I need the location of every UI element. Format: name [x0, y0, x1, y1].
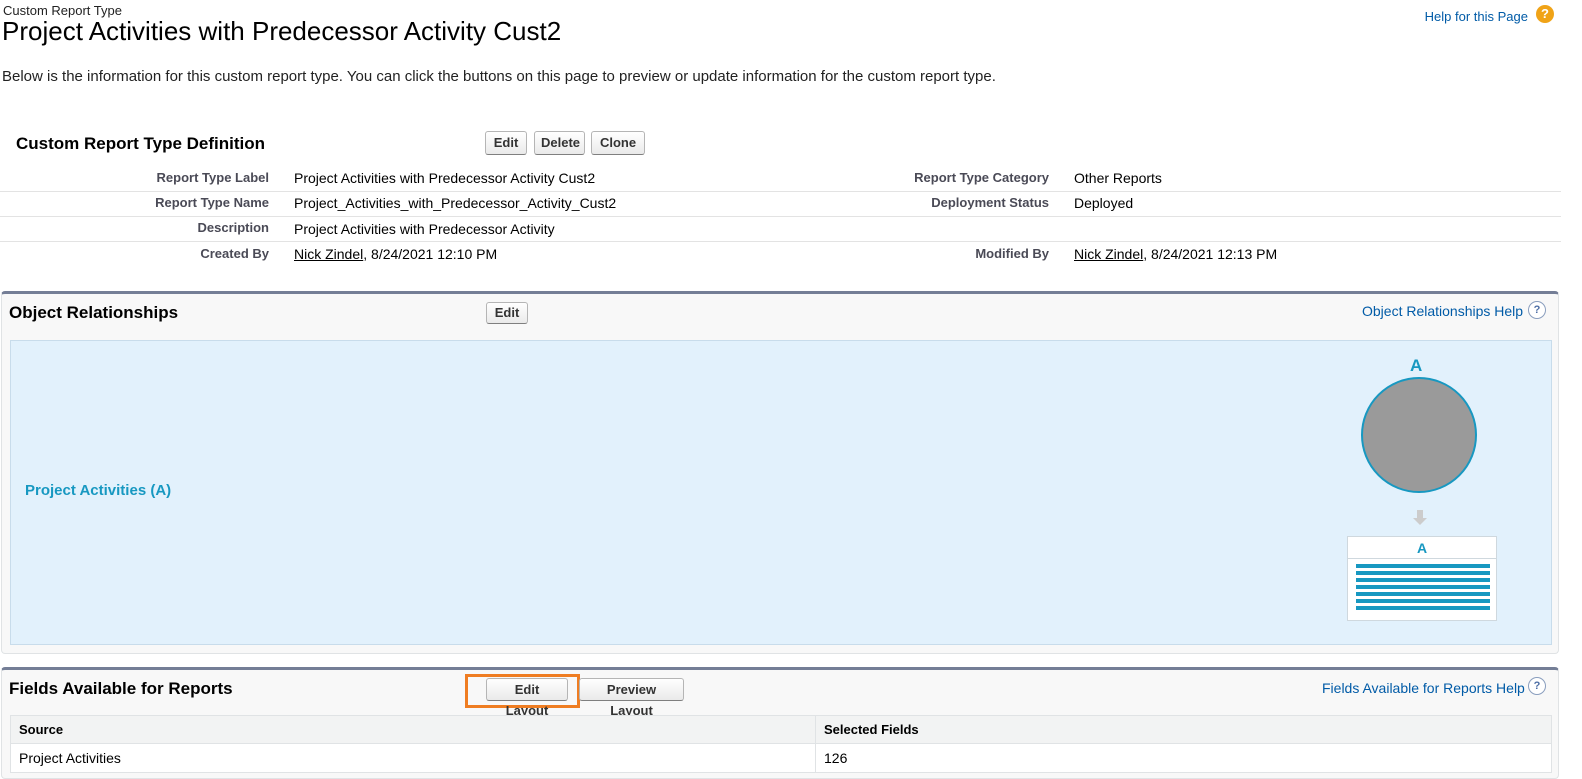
relationship-diagram-area: [10, 340, 1552, 645]
created-by-value: Nick Zindel, 8/24/2021 12:10 PM: [294, 246, 497, 262]
modified-by-user-link[interactable]: Nick Zindel: [1074, 246, 1143, 262]
created-by-label: Created By: [200, 246, 269, 261]
intro-text: Below is the information for this custom…: [2, 68, 996, 85]
arrow-down-icon: [1413, 510, 1427, 525]
detail-row: Report Type Name Project_Activities_with…: [0, 191, 1561, 217]
detail-row: Created By Nick Zindel, 8/24/2021 12:10 …: [0, 241, 1561, 266]
edit-button[interactable]: Edit: [485, 131, 527, 155]
diagram-label-a: A: [1410, 356, 1423, 375]
report-type-label-label: Report Type Label: [156, 170, 269, 185]
modified-by-label: Modified By: [975, 246, 1049, 261]
report-type-label-value: Project Activities with Predecessor Acti…: [294, 170, 596, 186]
fields-available-help-link[interactable]: Fields Available for Reports Help: [1322, 680, 1525, 696]
fields-table: Source Selected Fields Project Activitie…: [10, 715, 1552, 773]
description-value: Project Activities with Predecessor Acti…: [294, 221, 555, 237]
table-row: Project Activities 126: [10, 743, 1552, 773]
field-lines-icon: [1356, 564, 1490, 610]
selected-fields-column-header: Selected Fields: [815, 715, 1552, 744]
relationships-edit-button[interactable]: Edit: [486, 302, 528, 324]
question-icon[interactable]: ?: [1528, 677, 1546, 695]
delete-button[interactable]: Delete: [534, 131, 585, 155]
detail-row: Description Project Activities with Pred…: [0, 216, 1561, 242]
object-relationships-title: Object Relationships: [9, 303, 179, 322]
primary-object-circle: [1361, 377, 1477, 493]
selected-fields-cell: 126: [815, 743, 1552, 773]
help-for-this-page-link[interactable]: Help for this Page: [1425, 9, 1528, 24]
report-object-box: A: [1347, 536, 1497, 621]
report-object-letter: A: [1416, 540, 1428, 556]
deployment-status-value: Deployed: [1074, 195, 1134, 211]
deployment-status-label: Deployment Status: [931, 195, 1049, 210]
report-type-category-label: Report Type Category: [914, 170, 1049, 185]
source-column-header: Source: [10, 715, 816, 744]
modified-by-date: , 8/24/2021 12:13 PM: [1143, 246, 1278, 262]
object-relationships-help-link[interactable]: Object Relationships Help: [1362, 303, 1523, 319]
primary-object-link[interactable]: Project Activities (A): [25, 482, 171, 499]
report-type-name-value: Project_Activities_with_Predecessor_Acti…: [294, 195, 617, 211]
clone-button[interactable]: Clone: [591, 131, 645, 155]
table-header-row: Source Selected Fields: [10, 715, 1552, 744]
description-label: Description: [197, 220, 269, 235]
report-type-name-label: Report Type Name: [155, 195, 269, 210]
preview-layout-button[interactable]: Preview Layout: [579, 678, 684, 718]
fields-available-title: Fields Available for Reports: [9, 679, 233, 698]
box-divider: [1348, 558, 1496, 559]
definition-section-title: Custom Report Type Definition: [16, 134, 266, 153]
created-by-date: , 8/24/2021 12:10 PM: [363, 246, 498, 262]
question-icon[interactable]: ?: [1528, 301, 1546, 319]
created-by-user-link[interactable]: Nick Zindel: [294, 246, 363, 262]
detail-row: Report Type Label Project Activities wit…: [0, 166, 1561, 192]
edit-layout-button[interactable]: Edit Layout: [486, 678, 568, 718]
source-cell: Project Activities: [10, 743, 816, 773]
page-title: Project Activities with Predecessor Acti…: [2, 16, 562, 46]
modified-by-value: Nick Zindel, 8/24/2021 12:13 PM: [1074, 246, 1277, 262]
report-type-category-value: Other Reports: [1074, 170, 1162, 186]
help-icon[interactable]: ?: [1536, 5, 1554, 23]
